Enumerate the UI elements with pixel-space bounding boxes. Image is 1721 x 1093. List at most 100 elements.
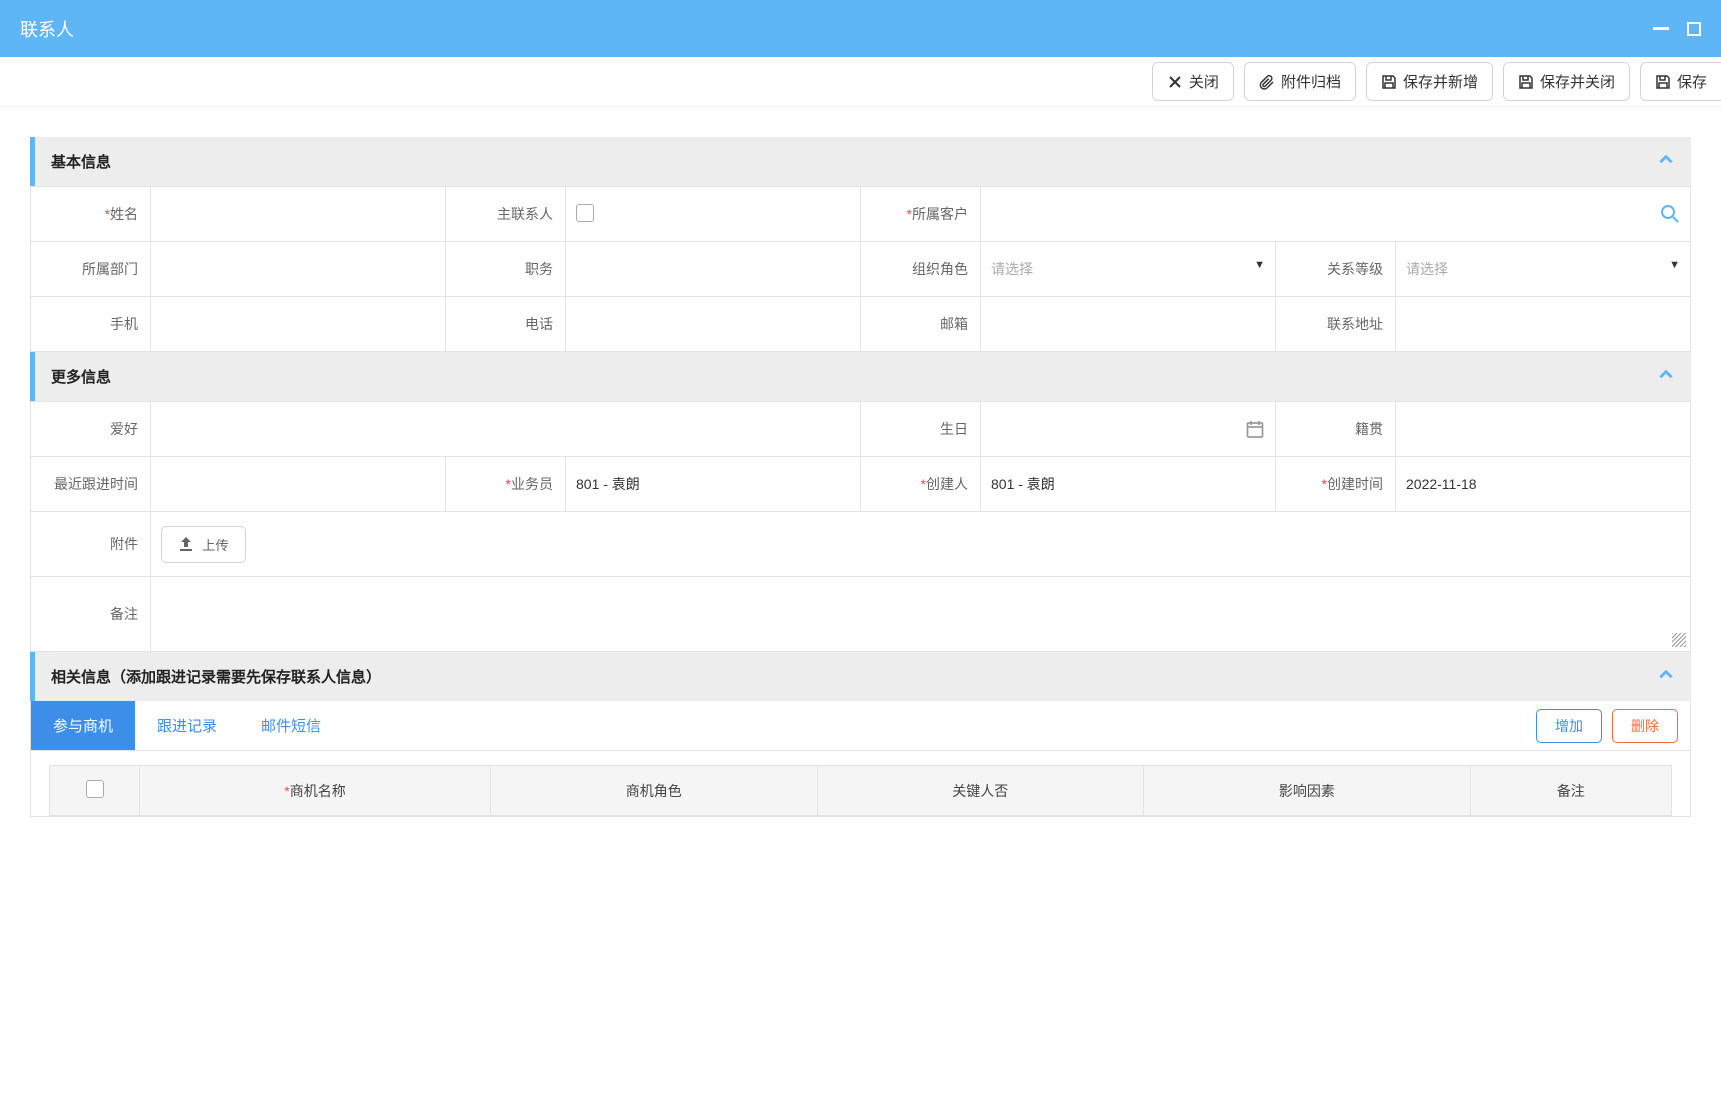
window-controls	[1653, 22, 1701, 36]
dropdown-arrow-icon: ▼	[1254, 259, 1265, 271]
save-icon	[1655, 74, 1671, 90]
save-and-close-button[interactable]: 保存并关闭	[1503, 62, 1630, 101]
remark-textarea[interactable]	[151, 577, 1691, 652]
titlebar: 联系人	[0, 0, 1721, 57]
sales-value[interactable]: 801 - 袁朗	[566, 457, 861, 512]
chevron-up-icon[interactable]	[1657, 666, 1675, 687]
save-and-close-label: 保存并关闭	[1540, 71, 1615, 92]
checkbox-icon	[86, 780, 104, 798]
name-label: *姓名	[31, 187, 151, 242]
position-label: 职务	[446, 242, 566, 297]
native-place-input[interactable]	[1396, 402, 1691, 457]
relation-level-select[interactable]: 请选择▼	[1396, 242, 1691, 297]
created-at-label: *创建时间	[1276, 457, 1396, 512]
attach-archive-label: 附件归档	[1281, 71, 1341, 92]
close-label: 关闭	[1189, 71, 1219, 92]
org-role-select[interactable]: 请选择▼	[981, 242, 1276, 297]
main-contact-label: 主联系人	[446, 187, 566, 242]
add-button[interactable]: 增加	[1536, 709, 1602, 743]
save-label: 保存	[1677, 71, 1707, 92]
customer-lookup[interactable]	[981, 187, 1691, 242]
window-title: 联系人	[20, 16, 74, 42]
upload-icon	[178, 536, 194, 552]
relation-level-label: 关系等级	[1276, 242, 1396, 297]
section-more-info-title: 更多信息	[51, 366, 111, 387]
col-opportunity-name: *商机名称	[140, 766, 491, 816]
col-remark: 备注	[1470, 766, 1671, 816]
name-input[interactable]	[151, 187, 446, 242]
col-key-person: 关键人否	[817, 766, 1144, 816]
save-button[interactable]: 保存	[1640, 62, 1721, 101]
maximize-icon[interactable]	[1687, 22, 1701, 36]
search-icon	[1660, 204, 1680, 224]
form-row: *姓名 主联系人 *所属客户	[31, 187, 1691, 242]
save-icon	[1381, 74, 1397, 90]
sub-table-wrap: *商机名称 商机角色 关键人否 影响因素 备注	[30, 751, 1691, 817]
email-label: 邮箱	[861, 297, 981, 352]
minimize-icon[interactable]	[1653, 27, 1669, 30]
chevron-up-icon[interactable]	[1657, 366, 1675, 387]
form-row: 最近跟进时间 *业务员 801 - 袁朗 *创建人 801 - 袁朗 *创建时间…	[31, 457, 1691, 512]
opportunity-table: *商机名称 商机角色 关键人否 影响因素 备注	[49, 765, 1672, 816]
customer-label: *所属客户	[861, 187, 981, 242]
department-label: 所属部门	[31, 242, 151, 297]
basic-info-form: *姓名 主联系人 *所属客户 所属部门 职务 组织角色 请选择▼ 关系等级 请选…	[30, 186, 1691, 352]
birthday-datepicker[interactable]	[981, 402, 1276, 457]
remark-label: 备注	[31, 577, 151, 652]
tab-opportunity[interactable]: 参与商机	[31, 701, 135, 750]
main-contact-checkbox[interactable]	[566, 187, 861, 242]
save-and-new-label: 保存并新增	[1403, 71, 1478, 92]
more-info-form: 爱好 生日 籍贯 最近跟进时间 *业务员 801 - 袁朗 *创建人 801 -…	[30, 401, 1691, 652]
upload-label: 上传	[202, 535, 229, 554]
form-row: 爱好 生日 籍贯	[31, 402, 1691, 457]
org-role-label: 组织角色	[861, 242, 981, 297]
email-input[interactable]	[981, 297, 1276, 352]
creator-value: 801 - 袁朗	[981, 457, 1276, 512]
section-basic-info-header[interactable]: 基本信息	[30, 137, 1691, 186]
form-row: 附件 上传	[31, 512, 1691, 577]
section-related-info-header[interactable]: 相关信息（添加跟进记录需要先保存联系人信息）	[30, 652, 1691, 701]
upload-button[interactable]: 上传	[161, 526, 246, 563]
mobile-label: 手机	[31, 297, 151, 352]
created-at-value: 2022-11-18	[1396, 457, 1691, 512]
tab-email-sms[interactable]: 邮件短信	[239, 701, 343, 750]
hobby-input[interactable]	[151, 402, 861, 457]
form-row: 备注	[31, 577, 1691, 652]
phone-input[interactable]	[566, 297, 861, 352]
table-header-row: *商机名称 商机角色 关键人否 影响因素 备注	[50, 766, 1672, 816]
birthday-label: 生日	[861, 402, 981, 457]
close-icon	[1167, 74, 1183, 90]
address-input[interactable]	[1396, 297, 1691, 352]
attachment-label: 附件	[31, 512, 151, 577]
creator-label: *创建人	[861, 457, 981, 512]
form-row: 所属部门 职务 组织角色 请选择▼ 关系等级 请选择▼	[31, 242, 1691, 297]
last-follow-input[interactable]	[151, 457, 446, 512]
checkbox-header[interactable]	[50, 766, 140, 816]
mobile-input[interactable]	[151, 297, 446, 352]
calendar-icon	[1245, 419, 1265, 439]
tab-follow-records[interactable]: 跟进记录	[135, 701, 239, 750]
save-icon	[1518, 74, 1534, 90]
form-row: 手机 电话 邮箱 联系地址	[31, 297, 1691, 352]
last-follow-label: 最近跟进时间	[31, 457, 151, 512]
close-button[interactable]: 关闭	[1152, 62, 1234, 101]
checkbox-icon	[576, 204, 594, 222]
section-more-info-header[interactable]: 更多信息	[30, 352, 1691, 401]
col-influence-factor: 影响因素	[1144, 766, 1471, 816]
attach-archive-button[interactable]: 附件归档	[1244, 62, 1356, 101]
address-label: 联系地址	[1276, 297, 1396, 352]
position-input[interactable]	[566, 242, 861, 297]
content-area: 基本信息 *姓名 主联系人 *所属客户 所属部门 职务 组织角色 请选择▼ 关系…	[0, 107, 1721, 817]
delete-button[interactable]: 删除	[1612, 709, 1678, 743]
department-input[interactable]	[151, 242, 446, 297]
chevron-up-icon[interactable]	[1657, 151, 1675, 172]
tab-actions: 增加 删除	[1536, 709, 1690, 743]
dropdown-arrow-icon: ▼	[1669, 259, 1680, 271]
phone-label: 电话	[446, 297, 566, 352]
toolbar: 关闭 附件归档 保存并新增 保存并关闭 保存	[0, 57, 1721, 107]
section-related-info-title: 相关信息（添加跟进记录需要先保存联系人信息）	[51, 666, 381, 687]
related-tabs: 参与商机 跟进记录 邮件短信 增加 删除	[30, 701, 1691, 751]
hobby-label: 爱好	[31, 402, 151, 457]
save-and-new-button[interactable]: 保存并新增	[1366, 62, 1493, 101]
native-place-label: 籍贯	[1276, 402, 1396, 457]
